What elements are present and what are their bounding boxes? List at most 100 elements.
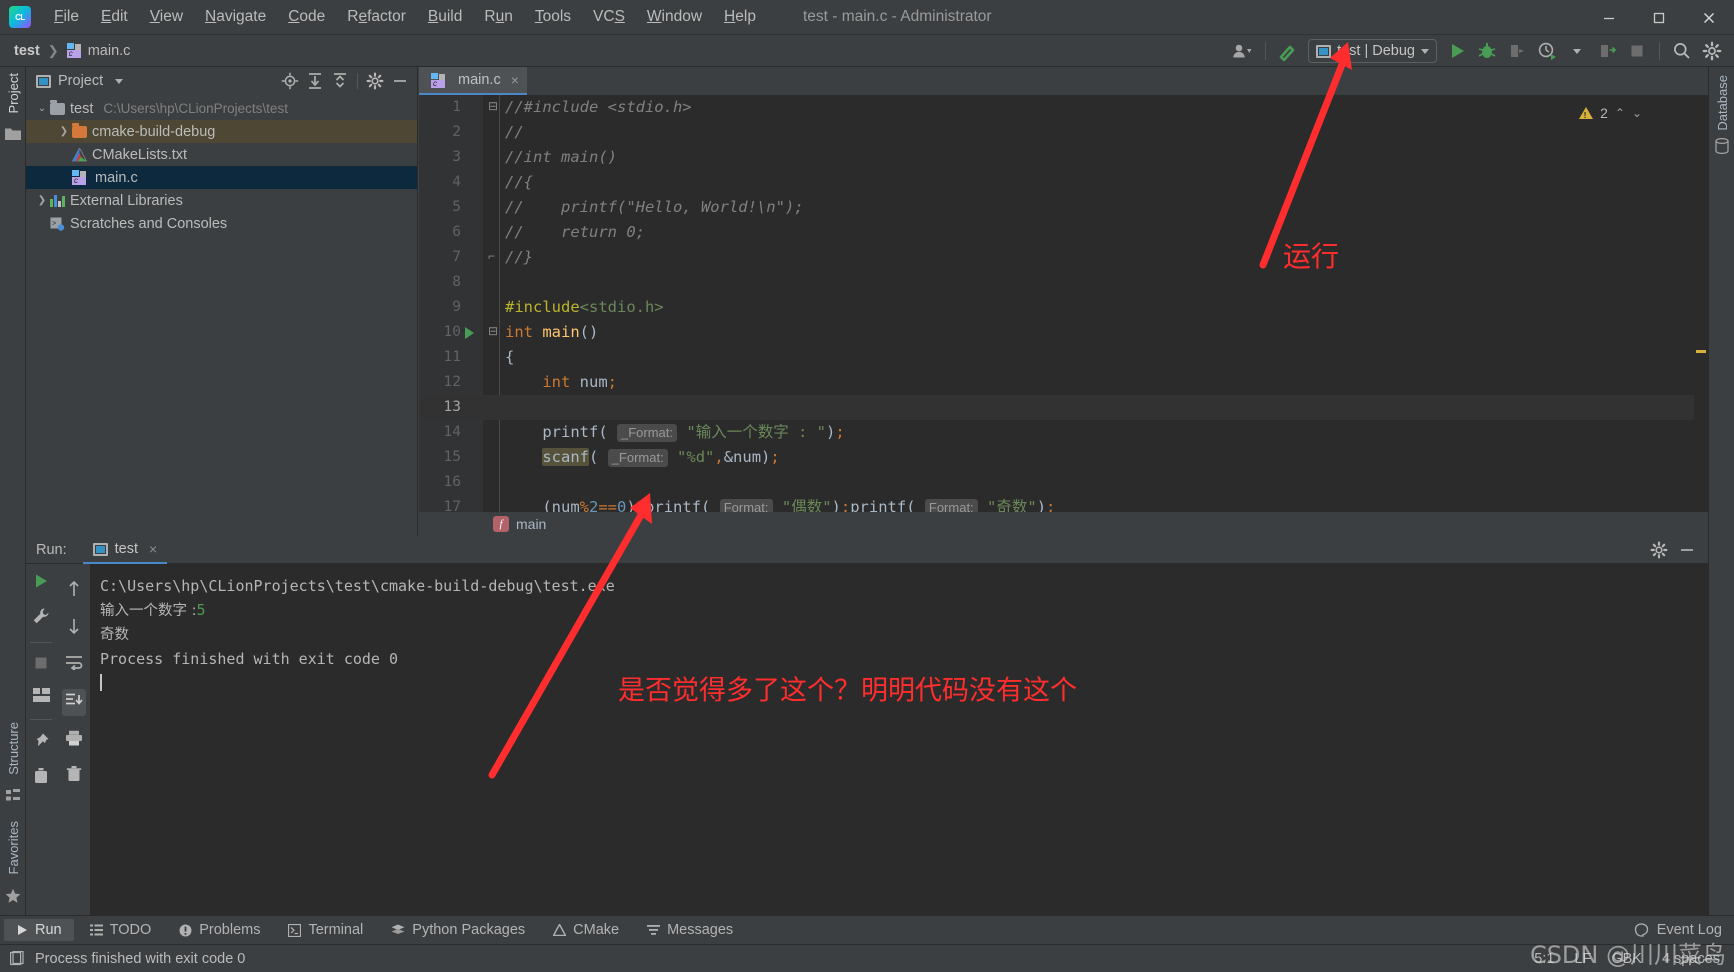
editor-scrollbar[interactable] — [1694, 95, 1708, 536]
stop-button[interactable] — [1623, 38, 1651, 64]
menu-item-tools[interactable]: Tools — [524, 5, 582, 29]
search-icon[interactable] — [1668, 38, 1696, 64]
bottom-tab-run[interactable]: Run — [4, 919, 74, 941]
pin-tab-icon[interactable] — [32, 732, 50, 755]
chevron-expanded-icon[interactable]: ⌄ — [34, 103, 50, 114]
editor-tab-label: main.c — [458, 72, 501, 88]
code-row: // printf("Hello, World!\n"); — [483, 195, 1708, 220]
menu-item-vcs[interactable]: VCS — [582, 5, 636, 29]
soft-wrap-icon[interactable] — [65, 654, 83, 675]
run-settings-gear-icon[interactable] — [1648, 539, 1670, 561]
menu-item-window[interactable]: Window — [636, 5, 713, 29]
tree-node-cmake-build-debug[interactable]: ❯ cmake-build-debug — [26, 120, 417, 143]
rerun-button[interactable] — [32, 572, 50, 595]
trash-icon[interactable] — [66, 765, 82, 787]
sidebar-tab-favorites[interactable]: Favorites — [6, 821, 21, 874]
scroll-down-icon[interactable] — [66, 617, 82, 640]
menu-item-navigate[interactable]: Navigate — [194, 5, 277, 29]
menu-item-view[interactable]: View — [139, 5, 194, 29]
attach-to-process-button[interactable] — [1503, 38, 1531, 64]
menu-item-run[interactable]: Run — [473, 5, 523, 29]
layout-settings-icon[interactable] — [32, 688, 50, 707]
chevron-collapsed-icon[interactable]: ❯ — [34, 195, 50, 206]
bottom-tab-messages[interactable]: Messages — [635, 919, 745, 941]
file-encoding[interactable]: GBK — [1611, 951, 1642, 967]
run-configuration-label: test | Debug — [1337, 43, 1415, 59]
build-hammer-icon[interactable] — [1274, 38, 1302, 64]
tree-node-main-c[interactable]: c main.c — [26, 166, 417, 189]
print-icon[interactable] — [65, 730, 83, 751]
profile-button[interactable] — [1533, 38, 1561, 64]
bottom-tab-todo[interactable]: TODO — [78, 919, 164, 941]
menu-item-edit[interactable]: Edit — [90, 5, 139, 29]
tree-node-label: CMakeLists.txt — [92, 146, 188, 163]
settings-gear-icon[interactable] — [1698, 38, 1726, 64]
status-bar: Process finished with exit code 0 5:1 LF… — [0, 944, 1734, 972]
breadcrumb-file[interactable]: main.c — [88, 43, 131, 59]
tree-node-cmakelists[interactable]: CMakeLists.txt — [26, 143, 417, 166]
close-icon[interactable] — [1684, 0, 1734, 35]
line-separator[interactable]: LF — [1574, 951, 1591, 967]
tree-node-test[interactable]: ⌄ test C:\Users\hp\CLionProjects\test — [26, 97, 417, 120]
hide-panel-icon[interactable] — [389, 70, 411, 92]
stop-process-button[interactable] — [33, 655, 49, 676]
editor-tab-bar: c main.c × — [419, 67, 1708, 95]
user-icon[interactable] — [1229, 38, 1257, 64]
run-configuration-selector[interactable]: test | Debug — [1308, 39, 1437, 63]
expand-all-icon[interactable] — [304, 70, 326, 92]
delete-icon[interactable] — [33, 767, 49, 789]
bottom-tab-cmake[interactable]: CMake — [541, 919, 631, 941]
breadcrumb-root[interactable]: test — [14, 43, 40, 59]
bottom-tab-python-packages[interactable]: Python Packages — [379, 919, 537, 941]
console-output[interactable]: C:\Users\hp\CLionProjects\test\cmake-bui… — [90, 564, 1708, 915]
menu-item-refactor[interactable]: Refactor — [336, 5, 417, 29]
indent-setting[interactable]: 4 spaces — [1662, 951, 1720, 967]
close-tab-icon[interactable]: × — [511, 72, 519, 88]
minimize-icon[interactable] — [1584, 0, 1634, 35]
editor-gutter[interactable] — [419, 95, 483, 536]
debug-button[interactable] — [1473, 38, 1501, 64]
run-config-icon — [92, 542, 108, 556]
bottom-tab-terminal[interactable]: Terminal — [276, 919, 375, 941]
code-editor[interactable]: ⊟ //#include <stdio.h> // //int main() /… — [419, 95, 1708, 536]
prev-problem-icon[interactable]: ⌃ — [1615, 106, 1625, 120]
menu-item-code[interactable]: Code — [277, 5, 336, 29]
next-problem-icon[interactable]: ⌄ — [1632, 106, 1642, 120]
tree-node-scratches[interactable]: > Scratches and Consoles — [26, 212, 417, 235]
code-content[interactable]: ⊟ //#include <stdio.h> // //int main() /… — [483, 95, 1708, 536]
collapse-all-icon[interactable] — [329, 70, 351, 92]
maximize-icon[interactable] — [1634, 0, 1684, 35]
event-log-widget[interactable]: Event Log — [1634, 922, 1734, 938]
sidebar-tab-project[interactable]: Project — [6, 73, 21, 113]
navigation-bar: test ❯ c main.c test | Debug — [0, 35, 1734, 67]
breadcrumb-function-label[interactable]: main — [516, 516, 546, 532]
sidebar-tab-database[interactable]: Database — [1715, 75, 1730, 131]
close-run-tab-icon[interactable]: × — [149, 541, 157, 557]
structure-tab-label: Structure — [5, 721, 21, 775]
editor-tab-main-c[interactable]: c main.c × — [419, 67, 527, 95]
project-settings-gear-icon[interactable] — [364, 70, 386, 92]
project-chevron-down-icon[interactable] — [115, 78, 124, 84]
inspection-widget[interactable]: 2 ⌃ ⌄ — [1579, 105, 1642, 121]
menu-item-help[interactable]: Help — [713, 5, 767, 29]
coverage-button[interactable] — [1593, 38, 1621, 64]
hide-run-window-icon[interactable] — [1676, 539, 1698, 561]
locate-file-icon[interactable] — [279, 70, 301, 92]
chevron-collapsed-icon[interactable]: ❯ — [56, 126, 72, 137]
menu-item-build[interactable]: Build — [417, 5, 473, 29]
menu-item-file[interactable]: FFileile — [43, 5, 90, 29]
sidebar-tab-structure[interactable]: Structure — [6, 722, 21, 775]
tree-node-external-libraries[interactable]: ❯ External Libraries — [26, 189, 417, 212]
code-row: #include<stdio.h> — [483, 295, 1708, 320]
run-button[interactable] — [1443, 38, 1471, 64]
profile-dropdown-icon[interactable] — [1563, 38, 1591, 64]
scroll-to-end-icon[interactable] — [62, 689, 86, 716]
bottom-tab-problems[interactable]: Problems — [167, 919, 272, 941]
build-wrench-icon[interactable] — [32, 607, 50, 630]
run-tab-test[interactable]: test × — [82, 537, 168, 564]
scroll-up-icon[interactable] — [66, 580, 82, 603]
code-line-4: //{ — [505, 173, 533, 191]
caret-position[interactable]: 5:1 — [1534, 951, 1554, 967]
